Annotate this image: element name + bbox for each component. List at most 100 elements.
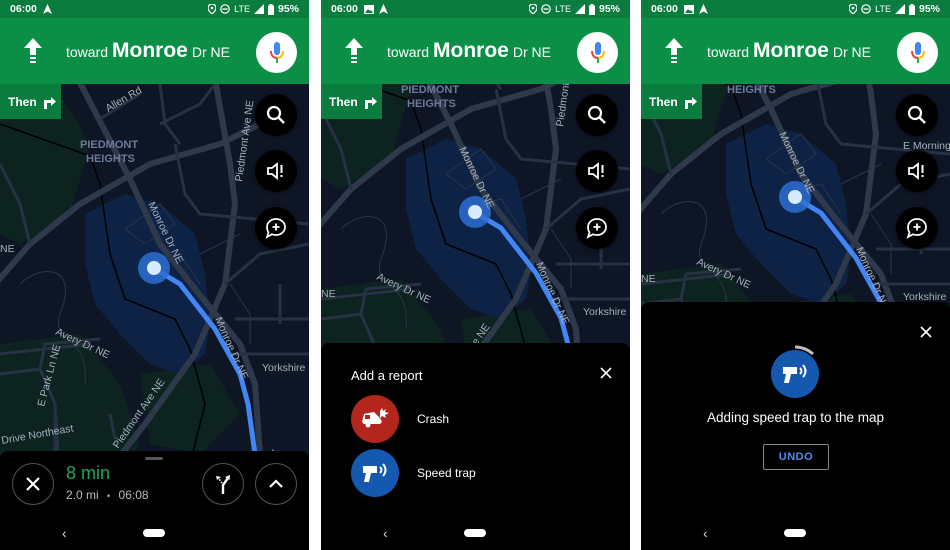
map-label-area: HEIGHTS [727,84,776,96]
exit-navigation-button[interactable] [12,463,54,505]
map-search-button[interactable] [896,94,938,136]
report-option-speed-trap[interactable]: Speed trap [351,449,476,497]
chevron-up-icon [269,479,283,488]
map-search-button[interactable] [576,94,618,136]
street-name-suffix: Dr NE [191,44,230,60]
status-bar: 06:00 LTE 95% [0,0,309,18]
location-pin-icon [529,4,538,14]
status-time: 06:00 [331,3,358,15]
voice-search-button[interactable] [897,32,938,73]
network-type: LTE [875,4,891,14]
then-label: Then [649,94,678,109]
close-sheet-button[interactable] [918,324,934,340]
add-report-icon [586,218,607,239]
report-option-crash[interactable]: Crash [351,395,449,443]
then-label: Then [8,94,37,109]
map-label-area: HEIGHTS [407,98,456,110]
network-type: LTE [555,4,571,14]
straight-arrow-icon [641,38,707,64]
arrival-time: 06:08 [118,488,149,502]
destination-text: toward Monroe Dr NE [387,39,551,63]
status-time: 06:00 [651,3,678,15]
screen-navigation: PIEDMONT HEIGHTS Allen Rd Monroe Dr NE M… [0,0,309,550]
trip-details: 2.0 mi • 06:08 [66,488,149,502]
next-maneuver-chip: Then [0,84,61,119]
speaker-alert-icon [588,162,604,180]
route-fork-icon [216,475,230,494]
do-not-disturb-icon [541,4,551,14]
next-maneuver-chip: Then [321,84,382,119]
home-button[interactable] [143,529,165,537]
image-icon [363,4,374,14]
turn-right-icon [684,96,697,109]
navigation-arrow-icon [378,4,388,14]
current-location-dot [468,205,482,219]
map-label-area: HEIGHTS [86,153,135,165]
voice-search-button[interactable] [256,32,297,73]
home-button[interactable] [784,529,806,537]
mic-icon [910,41,925,63]
battery-percent: 95% [277,3,299,15]
network-type: LTE [234,4,250,14]
sheet-title: Add a report [351,368,423,383]
toward-label: toward [66,44,109,60]
map-label-street: NE [0,243,15,255]
mute-alerts-button[interactable] [255,150,297,192]
alternate-routes-button[interactable] [202,463,244,505]
system-nav-bar: ‹ [0,516,309,550]
status-time: 06:00 [10,3,37,15]
add-report-button[interactable] [896,207,938,249]
search-icon [266,105,285,124]
close-icon [600,367,612,379]
report-option-label: Crash [417,412,450,426]
map-label-area: PIEDMONT [401,84,459,96]
speed-trap-icon [771,350,819,398]
add-report-button[interactable] [255,207,297,249]
system-nav-bar: ‹ [641,516,950,550]
mute-alerts-button[interactable] [576,150,618,192]
crash-icon [351,395,399,443]
toward-label: toward [707,44,750,60]
location-pin-icon [849,4,858,14]
close-sheet-button[interactable] [598,365,614,381]
add-report-button[interactable] [576,207,618,249]
mic-icon [269,41,284,63]
map-label-street: Yorkshire [262,362,306,374]
navigation-header: toward Monroe Dr NE [641,18,950,84]
eta-minutes: 8 min [66,463,111,483]
status-bar: 06:00 LTE 95% [321,0,630,18]
toward-label: toward [387,44,430,60]
mute-alerts-button[interactable] [896,150,938,192]
destination-text: toward Monroe Dr NE [707,39,871,63]
undo-button[interactable]: UNDO [763,444,829,470]
location-pin-icon [208,4,217,14]
map-label-street: Yorkshire [583,306,627,318]
status-bar: 06:00 LTE 95% [641,0,950,18]
search-icon [587,105,606,124]
expand-sheet-button[interactable] [255,463,297,505]
street-name-suffix: Dr NE [512,44,551,60]
voice-search-button[interactable] [577,32,618,73]
back-button[interactable]: ‹ [703,525,708,541]
image-icon [683,4,694,14]
street-name-main: Monroe [112,39,188,62]
separator-dot: • [107,491,111,501]
back-button[interactable]: ‹ [62,525,67,541]
speaker-alert-icon [267,162,283,180]
signal-icon [894,4,905,14]
do-not-disturb-icon [220,4,230,14]
sheet-drag-handle[interactable] [145,457,163,460]
street-name-main: Monroe [753,39,829,62]
back-button[interactable]: ‹ [383,525,388,541]
close-icon [920,326,932,338]
street-name-suffix: Dr NE [832,44,871,60]
home-button[interactable] [464,529,486,537]
add-report-icon [265,218,286,239]
map-label-area: PIEDMONT [80,139,138,151]
turn-right-icon [364,96,377,109]
map-search-button[interactable] [255,94,297,136]
navigation-arrow-icon [698,4,708,14]
report-option-label: Speed trap [417,466,476,480]
search-icon [907,105,926,124]
signal-icon [574,4,585,14]
